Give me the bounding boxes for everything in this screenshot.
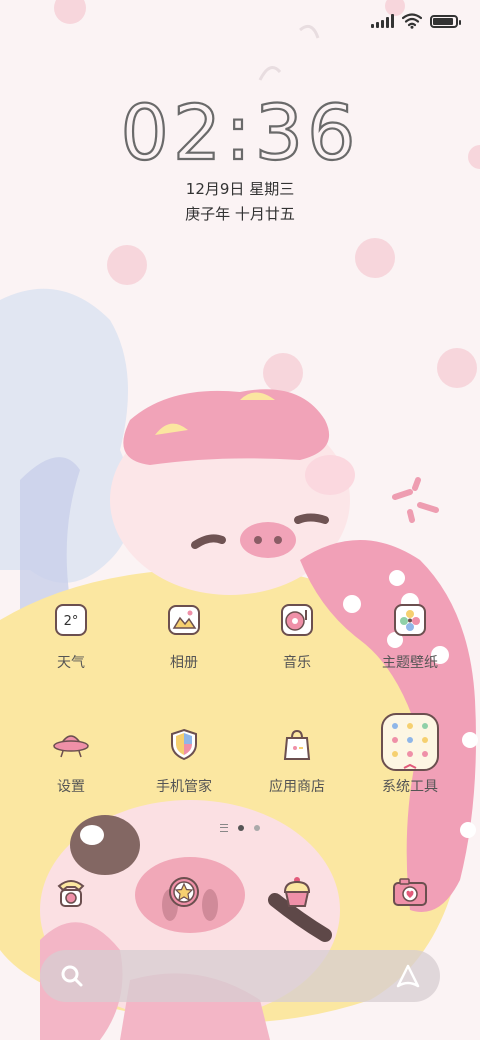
pig-snout xyxy=(240,522,296,558)
page-indicator[interactable] xyxy=(0,824,480,832)
search-icon[interactable] xyxy=(60,964,84,988)
dock-camera[interactable] xyxy=(360,870,460,914)
security-shield-icon xyxy=(162,722,206,766)
signal-icon xyxy=(371,14,394,28)
battery-icon xyxy=(430,14,461,28)
status-bar xyxy=(371,10,461,32)
app-security[interactable]: 手机管家 xyxy=(134,722,234,796)
assistant-icon[interactable] xyxy=(394,962,422,990)
app-label: 主题壁纸 xyxy=(382,655,438,671)
page-dot[interactable] xyxy=(254,825,260,831)
app-store-bag-icon xyxy=(275,722,319,766)
theme-icon xyxy=(388,598,432,642)
wallpaper-dot xyxy=(54,0,86,24)
app-label: 相册 xyxy=(170,655,198,671)
phone-icon xyxy=(49,870,93,914)
clock-separator: : xyxy=(224,87,255,178)
wallpaper-dot xyxy=(263,353,303,393)
wifi-icon xyxy=(402,13,422,29)
pig-hat xyxy=(123,389,330,465)
dock-browser[interactable] xyxy=(247,870,347,914)
app-music[interactable]: 音乐 xyxy=(247,598,347,672)
date-text: 12月9日 星期三 xyxy=(185,180,295,198)
search-bar[interactable] xyxy=(40,950,440,1002)
app-label: 音乐 xyxy=(283,655,311,671)
tools-folder-icon xyxy=(380,712,440,772)
app-tools-folder[interactable]: 系统工具 xyxy=(360,712,460,796)
wallpaper-dot xyxy=(355,238,395,278)
app-label: 系统工具 xyxy=(382,779,438,795)
app-weather[interactable]: 2° 天气 xyxy=(21,598,121,672)
clock-hours: 02 xyxy=(119,87,226,178)
gallery-icon xyxy=(162,598,206,642)
app-settings[interactable]: 设置 xyxy=(21,722,121,796)
app-themes[interactable]: 主题壁纸 xyxy=(360,598,460,672)
clock-minutes: 36 xyxy=(254,87,360,178)
lockscreen-clock: 02:36 xyxy=(0,87,480,178)
app-label: 应用商店 xyxy=(269,779,325,795)
app-label: 手机管家 xyxy=(156,779,212,795)
wallpaper-dot xyxy=(437,348,477,388)
app-gallery[interactable]: 相册 xyxy=(134,598,234,672)
messages-star-icon xyxy=(162,870,206,914)
page-dot-active[interactable] xyxy=(238,825,244,831)
settings-ufo-icon xyxy=(49,722,93,766)
app-label: 设置 xyxy=(57,779,85,795)
wallpaper-dot xyxy=(107,245,147,285)
page-list-icon[interactable] xyxy=(220,824,228,832)
music-icon xyxy=(275,598,319,642)
browser-cupcake-icon xyxy=(275,870,319,914)
dock-messages[interactable] xyxy=(134,870,234,914)
lunar-date-text: 庚子年 十月廿五 xyxy=(185,205,295,223)
dock-phone[interactable] xyxy=(21,870,121,914)
weather-temp: 2° xyxy=(64,614,79,629)
pig-hand xyxy=(305,455,355,495)
app-label: 天气 xyxy=(57,655,85,671)
weather-icon: 2° xyxy=(49,598,93,642)
camera-icon xyxy=(388,870,432,914)
app-store[interactable]: 应用商店 xyxy=(247,722,347,796)
